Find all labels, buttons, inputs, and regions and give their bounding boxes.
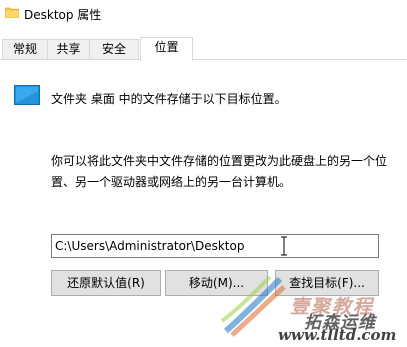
tab-location[interactable]: 位置	[140, 37, 193, 61]
window-title: Desktop 属性	[24, 8, 102, 22]
tab-strip: 常规 共享 安全 位置	[0, 37, 407, 61]
location-heading: 文件夹 桌面 中的文件存储于以下目标位置。	[51, 92, 287, 106]
location-description: 你可以将此文件夹中文件存储的位置更改为此硬盘上的另一个位置、另一个驱动器或网络上…	[51, 154, 388, 189]
target-path-input[interactable]	[51, 234, 379, 258]
tab-sharing[interactable]: 共享	[47, 39, 90, 60]
title-bar[interactable]: Desktop 属性	[0, 0, 407, 30]
folder-icon	[5, 7, 19, 18]
tab-security[interactable]: 安全	[89, 39, 139, 60]
properties-dialog: Desktop 属性 常规 共享 安全 位置 文件夹 桌面 中的文件存储于以下目…	[0, 0, 407, 347]
find-target-button[interactable]: 查找目标(F)...	[275, 270, 379, 296]
location-tab-panel: 文件夹 桌面 中的文件存储于以下目标位置。 你可以将此文件夹中文件存储的位置更改…	[0, 59, 406, 347]
move-button[interactable]: 移动(M)...	[165, 270, 268, 296]
desktop-icon	[14, 85, 40, 105]
tab-general[interactable]: 常规	[2, 39, 48, 60]
restore-default-button[interactable]: 还原默认值(R)	[51, 270, 161, 296]
